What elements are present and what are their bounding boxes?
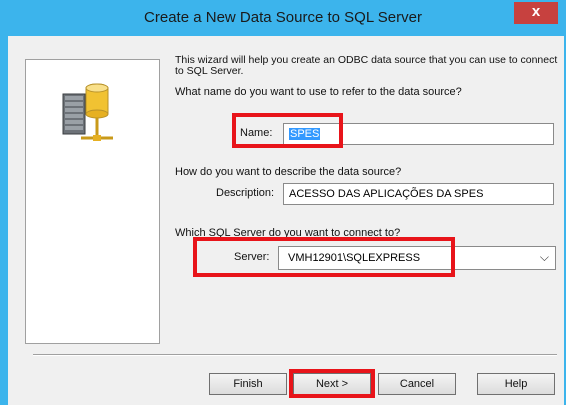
help-button[interactable]: Help — [477, 373, 555, 395]
finish-button[interactable]: Finish — [209, 373, 287, 395]
description-field-value: ACESSO DAS APLICAÇÕES DA SPES — [289, 188, 484, 200]
separator-line — [33, 354, 557, 356]
window-title: Create a New Data Source to SQL Server — [144, 9, 422, 26]
name-question: What name do you want to use to refer to… — [175, 86, 462, 98]
highlight-box-next — [289, 369, 375, 398]
description-field[interactable]: ACESSO DAS APLICAÇÕES DA SPES — [283, 183, 554, 205]
description-question: How do you want to describe the data sou… — [175, 166, 402, 178]
intro-text: This wizard will help you create an ODBC… — [175, 54, 558, 77]
database-server-icon — [62, 83, 113, 141]
highlight-box-name — [232, 113, 343, 148]
description-label: Description: — [216, 187, 275, 199]
chevron-down-icon[interactable]: ⌵ — [540, 250, 549, 265]
wizard-side-panel — [25, 59, 160, 344]
title-bar[interactable]: Create a New Data Source to SQL Server x — [0, 0, 566, 36]
close-button[interactable]: x — [514, 2, 558, 24]
cancel-button[interactable]: Cancel — [378, 373, 456, 395]
highlight-box-server — [193, 237, 455, 277]
